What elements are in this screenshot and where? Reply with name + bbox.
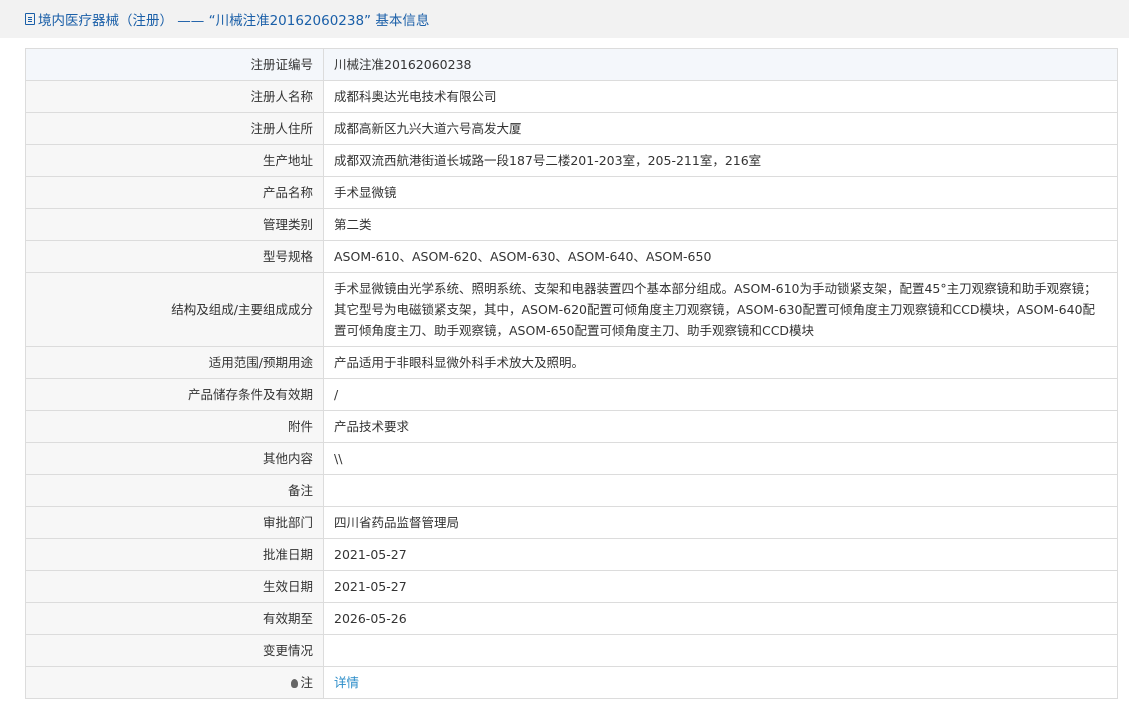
table-row: 生效日期 2021-05-27 [25, 570, 1118, 603]
note-label-cell: 注 [25, 666, 324, 699]
table-row: 注册人住所 成都高新区九兴大道六号高发大厦 [25, 112, 1118, 145]
table-row: 结构及组成/主要组成成分 手术显微镜由光学系统、照明系统、支架和电器装置四个基本… [25, 272, 1118, 347]
field-value [323, 474, 1118, 507]
document-icon [25, 13, 35, 25]
field-value: 成都科奥达光电技术有限公司 [323, 80, 1118, 113]
table-row: 管理类别 第二类 [25, 208, 1118, 241]
table-row: 备注 [25, 474, 1118, 507]
page: 境内医疗器械（注册） —— “川械注准20162060238” 基本信息 注册证… [0, 0, 1129, 710]
field-label: 产品名称 [25, 176, 324, 209]
table-row: 审批部门 四川省药品监督管理局 [25, 506, 1118, 539]
table-row: 附件 产品技术要求 [25, 410, 1118, 443]
table-row: 生产地址 成都双流西航港街道长城路一段187号二楼201-203室，205-21… [25, 144, 1118, 177]
content-area: 注册证编号 川械注准20162060238 注册人名称 成都科奥达光电技术有限公… [11, 38, 1129, 710]
table-row: 其他内容 \\ [25, 442, 1118, 475]
field-label: 其他内容 [25, 442, 324, 475]
field-label: 注册人住所 [25, 112, 324, 145]
table-row: 有效期至 2026-05-26 [25, 602, 1118, 635]
field-label: 附件 [25, 410, 324, 443]
note-row: 注 详情 [25, 666, 1118, 699]
table-row: 批准日期 2021-05-27 [25, 538, 1118, 571]
field-value: 2021-05-27 [323, 570, 1118, 603]
table-row: 变更情况 [25, 634, 1118, 667]
note-value-cell: 详情 [323, 666, 1118, 699]
field-value: 四川省药品监督管理局 [323, 506, 1118, 539]
field-label: 变更情况 [25, 634, 324, 667]
field-value: / [323, 378, 1118, 411]
lightbulb-icon [291, 679, 299, 688]
table-row: 产品名称 手术显微镜 [25, 176, 1118, 209]
field-value: 产品技术要求 [323, 410, 1118, 443]
field-value: 成都高新区九兴大道六号高发大厦 [323, 112, 1118, 145]
table-row: 型号规格 ASOM-610、ASOM-620、ASOM-630、ASOM-640… [25, 240, 1118, 273]
table-row: 注册人名称 成都科奥达光电技术有限公司 [25, 80, 1118, 113]
table-row: 产品储存条件及有效期 / [25, 378, 1118, 411]
field-value: 手术显微镜 [323, 176, 1118, 209]
field-value: 手术显微镜由光学系统、照明系统、支架和电器装置四个基本部分组成。ASOM-610… [323, 272, 1118, 347]
field-label: 备注 [25, 474, 324, 507]
field-value: 第二类 [323, 208, 1118, 241]
field-label: 管理类别 [25, 208, 324, 241]
field-label: 适用范围/预期用途 [25, 346, 324, 379]
field-label: 注册证编号 [25, 48, 324, 81]
details-link[interactable]: 详情 [334, 675, 359, 690]
table-row: 注册证编号 川械注准20162060238 [25, 48, 1118, 81]
field-label: 产品储存条件及有效期 [25, 378, 324, 411]
note-label: 注 [300, 675, 313, 690]
field-label: 型号规格 [25, 240, 324, 273]
field-value: 2021-05-27 [323, 538, 1118, 571]
table-row: 适用范围/预期用途 产品适用于非眼科显微外科手术放大及照明。 [25, 346, 1118, 379]
field-value: ASOM-610、ASOM-620、ASOM-630、ASOM-640、ASOM… [323, 240, 1118, 273]
field-label: 有效期至 [25, 602, 324, 635]
field-label: 审批部门 [25, 506, 324, 539]
field-value: \\ [323, 442, 1118, 475]
field-value [323, 634, 1118, 667]
page-title-bar: 境内医疗器械（注册） —— “川械注准20162060238” 基本信息 [0, 0, 1129, 38]
field-value: 2026-05-26 [323, 602, 1118, 635]
field-value: 成都双流西航港街道长城路一段187号二楼201-203室，205-211室，21… [323, 144, 1118, 177]
field-value: 川械注准20162060238 [323, 48, 1118, 81]
field-label: 批准日期 [25, 538, 324, 571]
field-label: 生效日期 [25, 570, 324, 603]
page-title: 境内医疗器械（注册） —— “川械注准20162060238” 基本信息 [38, 13, 430, 29]
field-label: 结构及组成/主要组成成分 [25, 272, 324, 347]
field-label: 注册人名称 [25, 80, 324, 113]
info-table: 注册证编号 川械注准20162060238 注册人名称 成都科奥达光电技术有限公… [25, 48, 1118, 699]
field-label: 生产地址 [25, 144, 324, 177]
field-value: 产品适用于非眼科显微外科手术放大及照明。 [323, 346, 1118, 379]
